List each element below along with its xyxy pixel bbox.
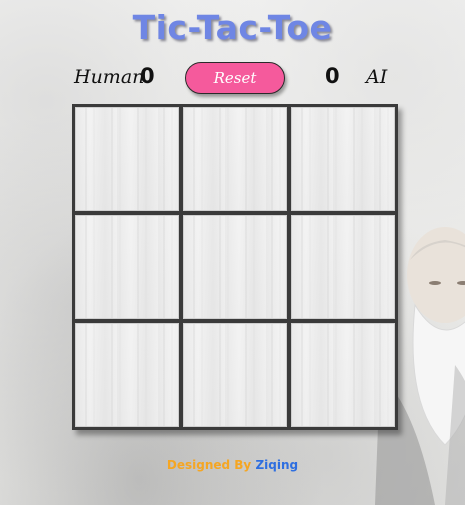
game-title: Tic-Tac-Toe — [132, 8, 333, 47]
human-label: Human — [74, 66, 145, 88]
board-cell-9[interactable] — [291, 323, 395, 427]
board-cell-8[interactable] — [183, 323, 287, 427]
board-cell-3[interactable] — [291, 107, 395, 211]
board-cell-6[interactable] — [291, 215, 395, 319]
footer-designed-by: Designed By — [166, 458, 252, 472]
footer-author[interactable]: Ziqing — [255, 458, 298, 472]
ai-score: 0 — [325, 64, 340, 88]
human-score: 0 — [140, 64, 155, 88]
board-cell-4[interactable] — [75, 215, 179, 319]
board-cell-2[interactable] — [183, 107, 287, 211]
ai-label: AI — [366, 66, 388, 88]
scoreboard: Human 0 Reset 0 AI — [0, 60, 465, 96]
board-cell-7[interactable] — [75, 323, 179, 427]
game-board — [72, 104, 398, 430]
footer-credit: Designed By Ziqing — [0, 458, 465, 472]
reset-button[interactable]: Reset — [185, 62, 285, 94]
board-cell-1[interactable] — [75, 107, 179, 211]
board-cell-5[interactable] — [183, 215, 287, 319]
